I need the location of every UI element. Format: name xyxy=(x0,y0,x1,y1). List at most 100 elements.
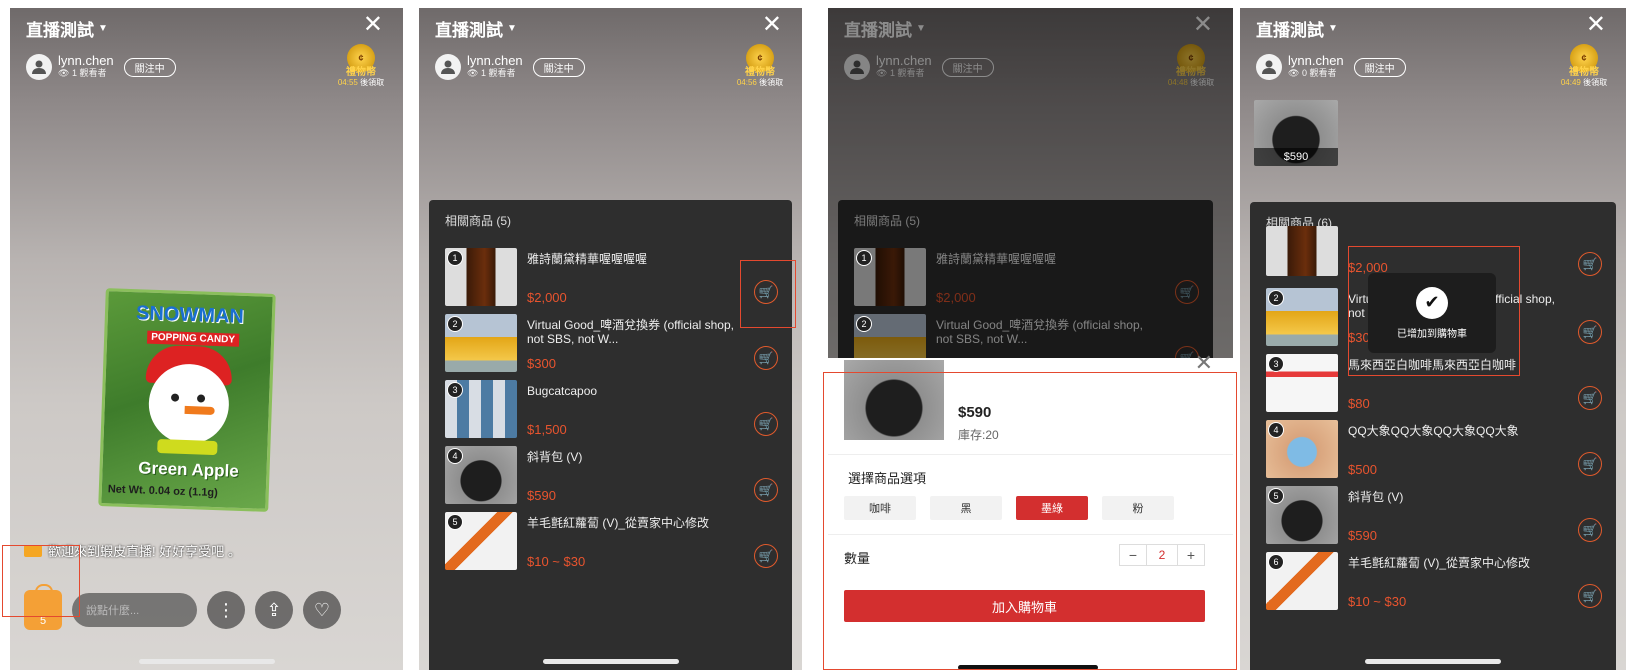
product-price: $2,000 xyxy=(527,290,567,305)
product-item[interactable]: 4 QQ大象QQ大象QQ大象QQ大象 $500 🛒 xyxy=(1266,420,1606,484)
product-item[interactable]: 2 Virtual Good_啤酒兌換券 (official shop, not … xyxy=(445,314,782,378)
product-price: $10 ~ $30 xyxy=(1348,594,1407,609)
highlight-box xyxy=(823,372,1237,670)
product-price: $300 xyxy=(527,356,556,371)
avatar[interactable] xyxy=(26,54,52,80)
highlight-box xyxy=(1348,246,1520,376)
product-name: 斜背包 (V) xyxy=(1348,490,1404,504)
panel-header: 相關商品 (5) xyxy=(445,214,512,228)
coin-reward[interactable]: ¢ 禮物幣 04:56 後領取 xyxy=(730,44,790,88)
chevron-down-icon: ▼ xyxy=(98,23,108,34)
cart-icon[interactable]: 🛒 xyxy=(1578,252,1602,276)
cart-icon[interactable]: 🛒 xyxy=(1578,584,1602,608)
cart-icon[interactable]: 🛒 xyxy=(1578,386,1602,410)
home-indicator xyxy=(1365,659,1501,664)
coin-timer: 04:49 後領取 xyxy=(1560,78,1608,87)
item-number: 2 xyxy=(1268,290,1284,306)
candy-flavor: Green Apple xyxy=(138,458,240,481)
featured-price: $590 xyxy=(1254,148,1338,166)
candy-weight: Net Wt. 0.04 oz (1.1g) xyxy=(107,483,219,500)
product-thumbnail: 1 xyxy=(445,248,517,306)
home-indicator xyxy=(138,659,275,664)
item-number: 1 xyxy=(447,250,463,266)
product-item[interactable]: 6 羊毛氈紅蘿蔔 (V)_從賣家中心修改 $10 ~ $30 🛒 xyxy=(1266,552,1606,616)
more-icon[interactable]: ⋮ xyxy=(207,591,245,629)
coin-label: 禮物幣 xyxy=(346,67,376,78)
product-name: Virtual Good_啤酒兌換券 (official shop, not S… xyxy=(527,318,734,346)
chat-input[interactable]: 說點什麼... xyxy=(72,593,197,627)
coin-label: 禮物幣 xyxy=(1569,67,1599,78)
item-number: 4 xyxy=(447,448,463,464)
cart-icon[interactable]: 🛒 xyxy=(754,346,778,370)
home-indicator xyxy=(542,659,679,664)
stream-title: 直播測試 xyxy=(435,21,503,40)
cart-icon[interactable]: 🛒 xyxy=(754,412,778,436)
product-thumbnail: 5 xyxy=(1266,486,1338,544)
share-icon[interactable]: ⇪ xyxy=(255,591,293,629)
product-panel: 相關商品 (5) 1 雅詩蘭黛精華喔喔喔喔 $2,000 🛒 2 Virtual Goo… xyxy=(429,200,792,670)
product-item[interactable]: 3 Bugcatcapoo $1,500 🛒 xyxy=(445,380,782,444)
product-price: $1,500 xyxy=(527,422,567,437)
coin-label: 禮物幣 xyxy=(745,67,775,78)
follow-button[interactable]: 關注中 xyxy=(1353,57,1406,77)
product-name: 斜背包 (V) xyxy=(527,450,583,464)
product-price: $10 ~ $30 xyxy=(527,554,586,569)
stream-title-dropdown[interactable]: 直播測試 ▼ xyxy=(1256,16,1338,41)
product-name: 羊毛氈紅蘿蔔 (V)_從賣家中心修改 xyxy=(527,516,710,530)
product-name: 羊毛氈紅蘿蔔 (V)_從賣家中心修改 xyxy=(1348,556,1531,570)
host-info: lynn.chen 👁 1 觀看者 關注中 xyxy=(26,54,176,80)
product-price: $590 xyxy=(527,488,556,503)
product-thumbnail: 4 xyxy=(445,446,517,504)
coin-reward[interactable]: ¢ 禮物幣 04:49 後領取 xyxy=(1554,44,1614,88)
avatar[interactable] xyxy=(435,54,461,80)
chevron-down-icon: ▼ xyxy=(507,23,517,34)
stream-title-dropdown[interactable]: 直播測試 ▼ xyxy=(26,16,108,41)
product-thumbnail xyxy=(1266,226,1338,276)
host-info: lynn.chen 👁 1 觀看者 關注中 xyxy=(435,54,585,80)
screen-product-list: 直播測試 ▼ ✕ lynn.chen 👁 1 觀看者 關注中 ¢ 禮物幣 04:56 後… xyxy=(419,8,802,670)
product-name: QQ大象QQ大象QQ大象QQ大象 xyxy=(1348,424,1519,438)
product-price: $500 xyxy=(1348,462,1377,477)
product-thumbnail: 3 xyxy=(445,380,517,438)
coin-timer: 04:56 後領取 xyxy=(736,78,784,87)
close-icon[interactable]: ✕ xyxy=(762,12,782,38)
host-name: lynn.chen xyxy=(58,53,114,68)
item-number: 5 xyxy=(1268,488,1284,504)
product-item[interactable]: 1 雅詩蘭黛精華喔喔喔喔 $2,000 🛒 xyxy=(445,248,782,312)
viewer-count: 👁 1 觀看者 xyxy=(467,68,516,78)
product-thumbnail: 2 xyxy=(445,314,517,372)
product-price: $80 xyxy=(1348,396,1370,411)
viewer-count: 👁 0 觀看者 xyxy=(1288,68,1337,78)
cart-icon[interactable]: 🛒 xyxy=(1578,452,1602,476)
cart-icon[interactable]: 🛒 xyxy=(754,478,778,502)
snowman-scarf xyxy=(157,438,218,456)
product-item[interactable]: 5 斜背包 (V) $590 🛒 xyxy=(1266,486,1606,550)
host-info: lynn.chen 👁 0 觀看者 關注中 xyxy=(1256,54,1406,80)
close-icon[interactable]: ✕ xyxy=(1586,12,1606,38)
highlight-box xyxy=(740,260,796,328)
product-name: 雅詩蘭黛精華喔喔喔喔 xyxy=(527,252,648,266)
cart-icon[interactable]: 🛒 xyxy=(1578,320,1602,344)
item-number: 3 xyxy=(1268,356,1284,372)
product-thumbnail: 3 xyxy=(1266,354,1338,412)
stream-title: 直播測試 xyxy=(1256,21,1324,40)
coin-reward[interactable]: ¢ 禮物幣 04:55 後領取 xyxy=(331,44,391,88)
cart-icon[interactable]: 🛒 xyxy=(1578,518,1602,542)
product-thumbnail: 4 xyxy=(1266,420,1338,478)
follow-button[interactable]: 關注中 xyxy=(123,57,176,77)
featured-product[interactable]: $590 xyxy=(1254,100,1338,166)
product-item[interactable]: 5 羊毛氈紅蘿蔔 (V)_從賣家中心修改 $10 ~ $30 🛒 xyxy=(445,512,782,576)
stream-title-dropdown[interactable]: 直播測試 ▼ xyxy=(435,16,517,41)
product-thumbnail: 5 xyxy=(445,512,517,570)
avatar[interactable] xyxy=(1256,54,1282,80)
follow-button[interactable]: 關注中 xyxy=(532,57,585,77)
snowman-nose xyxy=(184,405,215,415)
item-number: 6 xyxy=(1268,554,1284,570)
item-number: 3 xyxy=(447,382,463,398)
item-number: 2 xyxy=(447,316,463,332)
cart-icon[interactable]: 🛒 xyxy=(754,544,778,568)
heart-icon[interactable]: ♡ xyxy=(303,591,341,629)
close-icon[interactable]: ✕ xyxy=(363,12,383,38)
candy-package: SNOWMAN POPPING CANDY Green Apple Net Wt… xyxy=(98,288,276,512)
product-item[interactable]: 4 斜背包 (V) $590 🛒 xyxy=(445,446,782,510)
